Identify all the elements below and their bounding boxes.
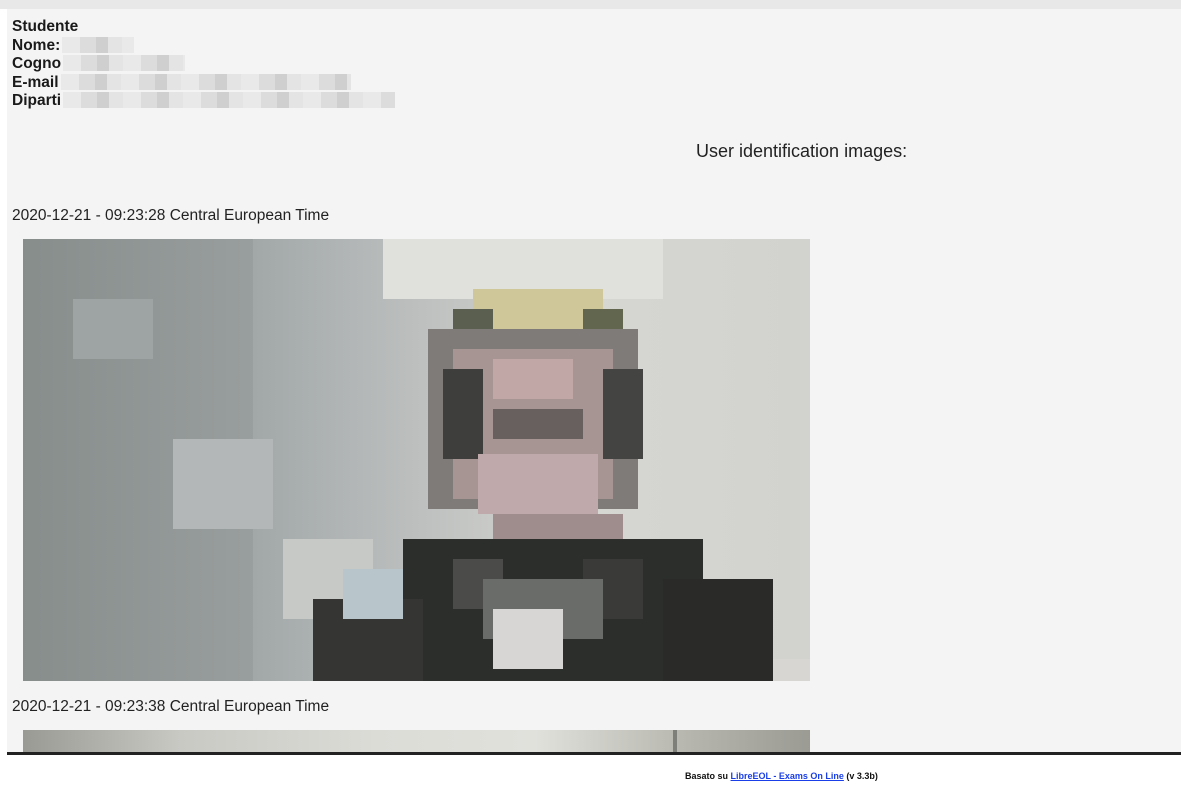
- name-label: Nome:: [12, 36, 61, 54]
- surname-label: Cogno: [12, 55, 62, 72]
- student-name-row: Nome:: [12, 36, 395, 56]
- page-content[interactable]: Studente Nome: Cogno E-mail Diparti User…: [7, 9, 1181, 752]
- redacted-email: [60, 73, 351, 90]
- identification-title: User identification images:: [696, 141, 908, 161]
- redacted-name: [62, 36, 135, 53]
- student-department-row: Diparti: [12, 92, 396, 111]
- redacted-department: [63, 92, 396, 108]
- redacted-surname: [63, 55, 186, 71]
- footer-prefix: Basato su: [685, 771, 729, 781]
- email-label: E-mail: [12, 73, 59, 91]
- department-label: Diparti: [12, 92, 62, 109]
- libreeol-link[interactable]: LibreEOL - Exams On Line: [731, 771, 844, 781]
- footer-credit: Basato su LibreEOL - Exams On Line (v 3.…: [685, 771, 878, 781]
- student-info: Studente Nome: Cogno E-mail Diparti: [12, 18, 396, 111]
- student-heading: Studente: [12, 18, 79, 35]
- top-border: [0, 0, 1181, 9]
- image-timestamp: 2020-12-21 - 09:23:28 Central European T…: [12, 207, 330, 224]
- student-email-row: E-mail: [12, 73, 395, 93]
- student-surname-row: Cogno: [12, 55, 395, 74]
- image-timestamp-2: 2020-12-21 - 09:23:38 Central European T…: [12, 698, 330, 715]
- footer: Basato su LibreEOL - Exams On Line (v 3.…: [7, 752, 1181, 796]
- identification-image-2: [23, 730, 810, 752]
- footer-version: (v 3.3b): [846, 771, 878, 781]
- identification-image: [23, 239, 810, 681]
